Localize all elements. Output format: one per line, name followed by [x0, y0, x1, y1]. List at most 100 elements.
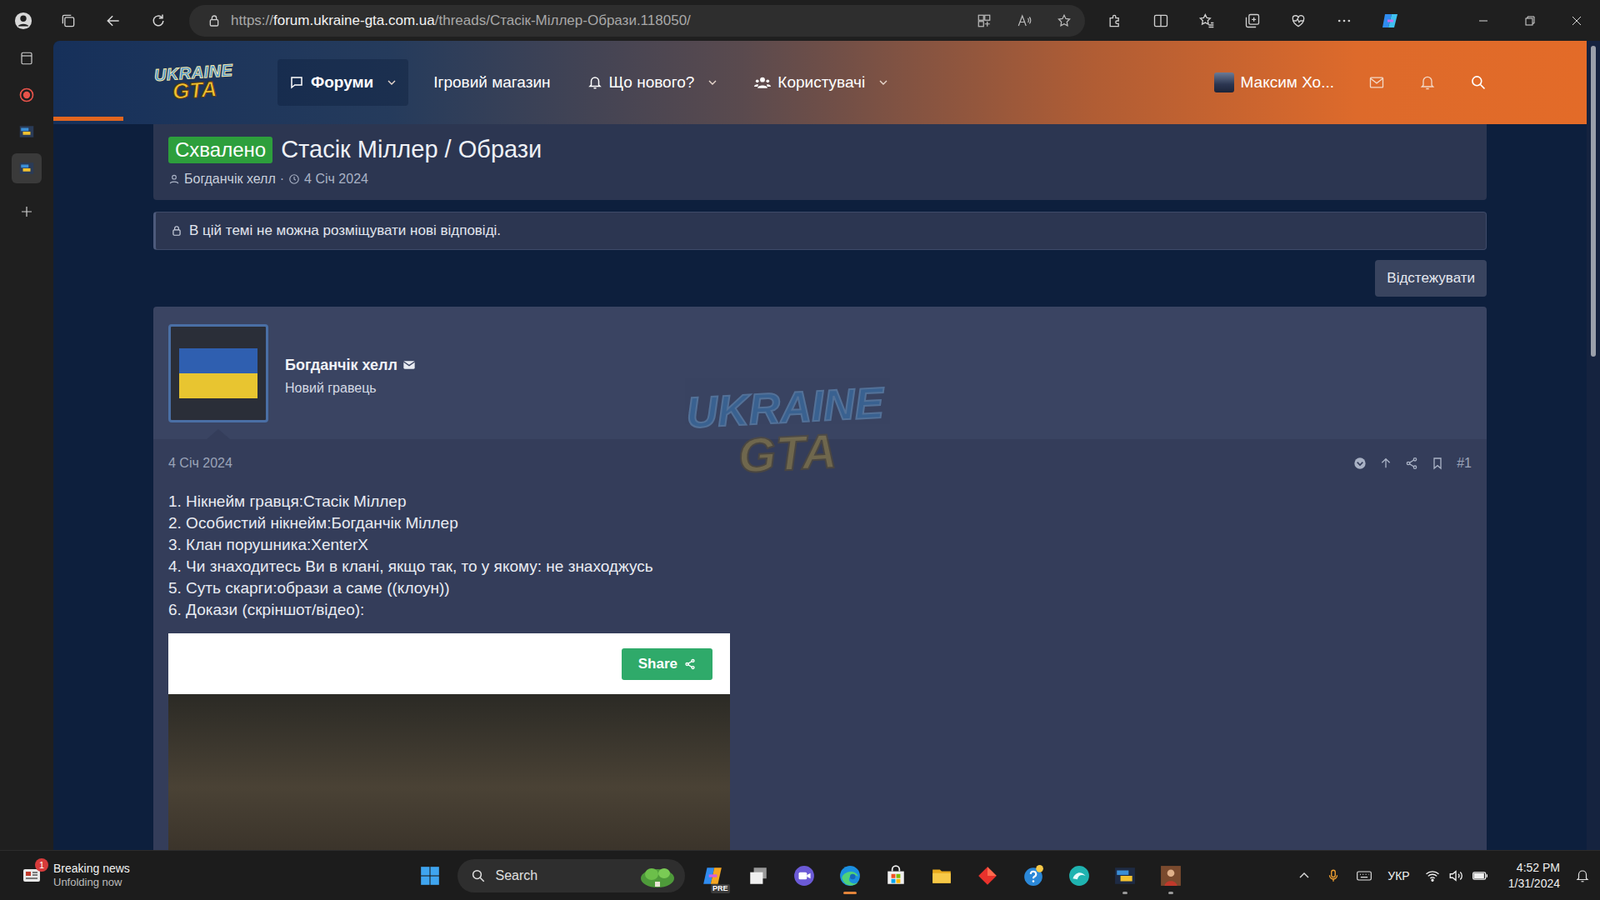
- taskbar-app[interactable]: [1151, 856, 1190, 895]
- address-bar-actions: [976, 13, 1072, 29]
- sidebar-item[interactable]: [11, 43, 42, 74]
- meta-separator: ·: [280, 171, 285, 187]
- thread-date[interactable]: 4 Січ 2024: [304, 171, 369, 187]
- post-line: 2. Особистий нікнейм:Богданчік Міллер: [168, 512, 1472, 535]
- minimize-button[interactable]: [1460, 4, 1507, 38]
- sidebar-item[interactable]: [11, 80, 42, 110]
- taskbar-app[interactable]: [1105, 856, 1145, 895]
- user-avatar[interactable]: [168, 324, 269, 423]
- copilot-button[interactable]: [1373, 5, 1407, 36]
- taskbar-app[interactable]: [1060, 856, 1099, 895]
- site-nav: Форуми Ігровий магазин Що нового? Користува…: [277, 59, 900, 106]
- notifications-bell-icon[interactable]: [1419, 74, 1436, 91]
- quick-settings[interactable]: [1425, 867, 1489, 885]
- news-badge: 1: [35, 858, 49, 872]
- nav-item[interactable]: Ігровий магазин: [421, 59, 562, 106]
- dropdown-circle-icon[interactable]: [1353, 456, 1367, 470]
- record-icon: [18, 86, 35, 104]
- watch-button[interactable]: Відстежувати: [1375, 260, 1487, 297]
- clock[interactable]: 4:52 PM1/31/2024: [1508, 860, 1560, 890]
- favorite-star-icon[interactable]: [1056, 13, 1072, 29]
- taskbar-app[interactable]: [922, 856, 961, 895]
- game-screenshot[interactable]: [168, 694, 730, 850]
- more-button[interactable]: [1327, 5, 1361, 36]
- refresh-button[interactable]: [141, 5, 175, 36]
- help-icon: [1022, 865, 1045, 887]
- search-icon: [470, 868, 486, 884]
- user-icon: [168, 173, 180, 185]
- restore-button[interactable]: [1506, 4, 1554, 38]
- back-arrow-icon: [105, 12, 122, 30]
- meet-icon: [793, 865, 815, 887]
- red-diamond-icon: [976, 865, 999, 887]
- game-launcher-icon: [1114, 865, 1136, 887]
- sidebar-item[interactable]: [11, 116, 42, 147]
- nav-item[interactable]: Форуми: [277, 59, 409, 106]
- notification-bell-icon[interactable]: [1575, 868, 1590, 884]
- taskbar-app[interactable]: PRE: [693, 856, 732, 895]
- back-button[interactable]: [96, 5, 130, 36]
- post-number[interactable]: #1: [1456, 455, 1472, 471]
- keyboard-icon[interactable]: [1355, 867, 1373, 885]
- bookmark-icon[interactable]: [1430, 456, 1445, 470]
- extensions-button[interactable]: [1098, 5, 1132, 36]
- search-icon[interactable]: [1470, 74, 1487, 91]
- sidebar-item[interactable]: [11, 153, 42, 184]
- input-language[interactable]: УКР: [1387, 869, 1410, 883]
- read-aloud-icon[interactable]: [1016, 13, 1032, 29]
- more-dots-icon: [1335, 12, 1353, 30]
- scrollbar-thumb[interactable]: [1590, 45, 1596, 357]
- share-button[interactable]: Share: [621, 648, 713, 680]
- app-badge: PRE: [710, 884, 730, 894]
- thread-author-link[interactable]: Богданчік хелл: [184, 171, 276, 187]
- start-button[interactable]: [410, 856, 450, 895]
- post-date[interactable]: 4 Січ 2024: [168, 455, 233, 471]
- heart-pulse-icon: [1290, 12, 1307, 30]
- taskbar-search[interactable]: Search: [457, 859, 685, 893]
- nav-item[interactable]: Що нового?: [575, 59, 730, 106]
- favorites-icon: [1198, 12, 1215, 30]
- image-embed: Share: [168, 633, 730, 850]
- site-logo[interactable]: UKRAINEGTA: [147, 60, 242, 105]
- nav-item[interactable]: Користувачі: [742, 59, 900, 106]
- search-highlight-icon: [636, 863, 679, 889]
- performance-button[interactable]: [1281, 5, 1315, 36]
- profile-button[interactable]: [6, 5, 40, 36]
- url-text[interactable]: https://forum.ukraine-gta.com.ua/threads…: [230, 12, 967, 30]
- post-user-block: Богданчік хелл Новий гравець: [153, 306, 1487, 440]
- user-role: Новий гравець: [285, 380, 416, 396]
- chevron-up-icon[interactable]: [1297, 869, 1311, 883]
- window-controls: [1460, 4, 1600, 38]
- envelope-icon[interactable]: [402, 358, 416, 372]
- post: Богданчік хеллНовий гравець4 Січ 2024#11…: [153, 306, 1487, 850]
- chevron-down-icon[interactable]: [707, 77, 718, 88]
- collections-button[interactable]: [1235, 5, 1270, 36]
- chevron-down-icon[interactable]: [386, 77, 397, 88]
- profile-icon: [14, 11, 33, 30]
- microphone-icon[interactable]: [1325, 868, 1341, 884]
- taskbar-app[interactable]: [785, 856, 824, 895]
- site-header: UKRAINEGTA Форуми Ігровий магазин Що нового…: [53, 40, 1587, 125]
- status-badge: Схвалено: [168, 136, 273, 164]
- arrow-up-icon[interactable]: [1379, 456, 1393, 470]
- taskbar-app[interactable]: [968, 856, 1007, 895]
- taskbar-app[interactable]: [830, 856, 870, 895]
- taskbar-app[interactable]: [876, 856, 915, 895]
- page-scrollbar[interactable]: [1586, 40, 1600, 850]
- battery-charging-icon: [1471, 867, 1489, 885]
- sidebar-item[interactable]: [11, 196, 42, 227]
- taskbar-app[interactable]: [1014, 856, 1053, 895]
- news-widget[interactable]: 1Breaking newsUnfolding now: [0, 861, 411, 889]
- favorites-button[interactable]: [1190, 5, 1224, 36]
- app-available-icon[interactable]: [976, 13, 992, 29]
- address-bar[interactable]: https://forum.ukraine-gta.com.ua/threads…: [189, 5, 1085, 37]
- mail-icon[interactable]: [1368, 74, 1385, 91]
- chevron-down-icon[interactable]: [878, 77, 889, 88]
- taskbar-app[interactable]: [739, 856, 778, 895]
- post-author[interactable]: Богданчік хелл: [285, 356, 416, 375]
- share-icon[interactable]: [1405, 456, 1419, 470]
- close-button[interactable]: [1553, 4, 1600, 38]
- account-link[interactable]: Максим Хо...: [1214, 72, 1335, 93]
- split-screen-button[interactable]: [1144, 5, 1178, 36]
- tab-actions-button[interactable]: [51, 5, 85, 36]
